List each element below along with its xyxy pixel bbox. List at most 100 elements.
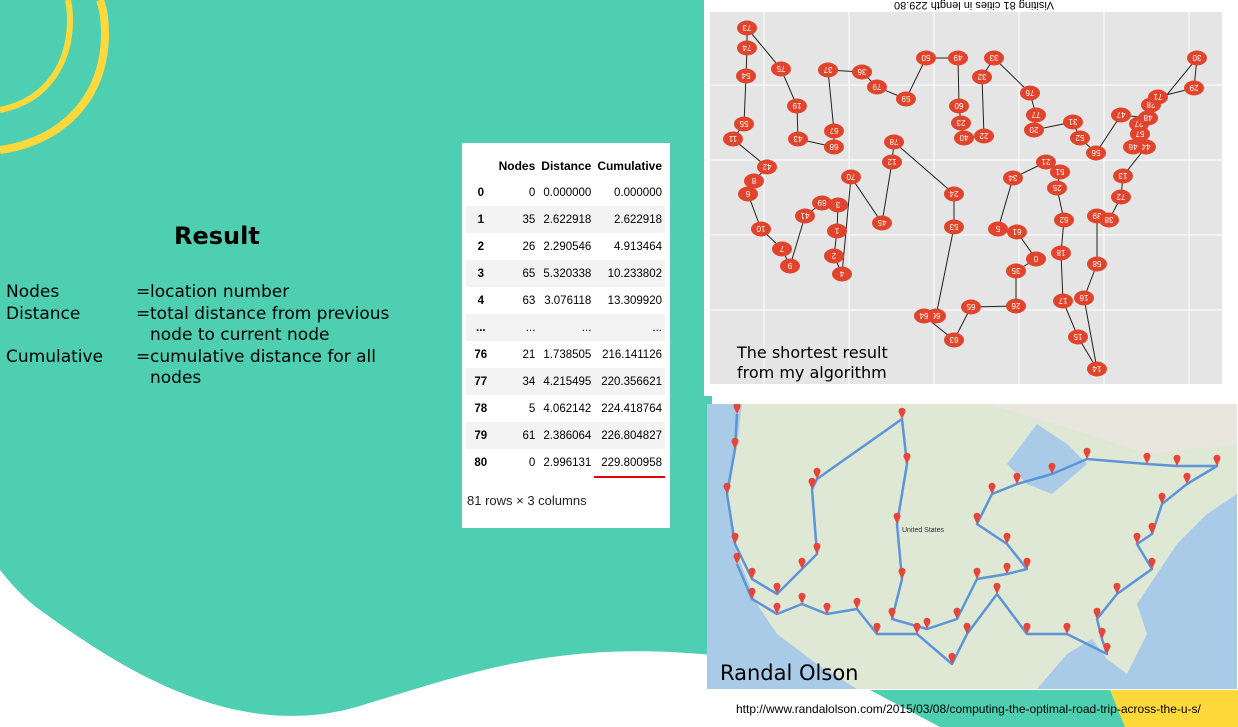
row-index: 4	[477, 294, 484, 307]
city-node: 50	[916, 50, 936, 66]
definition-term: Cumulative	[6, 346, 104, 367]
city-node: 78	[884, 134, 904, 150]
svg-text:19: 19	[792, 101, 801, 110]
equals-sign: =	[136, 282, 151, 302]
svg-text:32: 32	[977, 72, 986, 81]
svg-text:71: 71	[1153, 92, 1162, 101]
city-node: 31	[1063, 114, 1083, 130]
city-node: 22	[974, 128, 994, 144]
table-cell: ...	[495, 314, 539, 341]
svg-text:18: 18	[1056, 248, 1065, 257]
row-index: 1	[466, 206, 496, 233]
svg-text:56: 56	[1091, 148, 1100, 157]
city-node: 45	[872, 215, 892, 231]
svg-text:49: 49	[953, 53, 962, 62]
svg-text:16: 16	[1079, 293, 1088, 302]
table-cell: 5	[528, 402, 536, 415]
city-node: 23	[951, 115, 971, 131]
table-cell: 0	[528, 186, 536, 199]
svg-text:33: 33	[989, 53, 998, 62]
svg-text:14: 14	[1092, 364, 1101, 373]
city-node: 12	[882, 154, 902, 170]
table-row: 3 65 5.320338 10.233802	[466, 260, 665, 287]
city-node: 2	[824, 248, 844, 264]
city-node: 74	[737, 40, 757, 56]
row-index: 0	[477, 186, 484, 199]
svg-text:61: 61	[1012, 227, 1021, 236]
column-header	[466, 153, 496, 179]
table-body: 0 0 0.000000 0.000000 1 35 2.622918 2.622918 2 26…	[466, 179, 665, 478]
svg-text:23: 23	[956, 118, 965, 127]
source-link[interactable]: http://www.randalolson.com/2015/03/08/co…	[736, 702, 1201, 716]
svg-text:29: 29	[1189, 83, 1198, 92]
svg-text:13: 13	[1118, 171, 1127, 180]
city-node: 4	[832, 266, 852, 282]
city-node: 6	[738, 186, 758, 202]
city-node: 41	[795, 208, 815, 224]
svg-text:51: 51	[1055, 167, 1064, 176]
row-index: 76	[474, 348, 488, 361]
table-cell: 220.356621	[594, 368, 665, 395]
table-cell: 63	[522, 294, 536, 307]
svg-text:75: 75	[776, 64, 785, 73]
table-cell: 0	[528, 457, 536, 469]
table-cell: 34	[495, 368, 539, 395]
city-node: 30	[1187, 50, 1207, 66]
caption-line: The shortest result	[737, 343, 888, 362]
city-node: 64	[914, 308, 934, 324]
svg-text:54: 54	[741, 71, 750, 80]
svg-text:52: 52	[1075, 133, 1084, 142]
definitions-list: Nodes = location number Distance = total…	[6, 282, 420, 390]
city-node: 37	[818, 62, 838, 78]
results-table: Nodes Distance Cumulative 0 0 0.000000 0.00…	[466, 153, 665, 478]
table-row: 2 26 2.290546 4.913464	[466, 233, 665, 260]
plot-caption: The shortest result from my algorithm	[737, 343, 888, 383]
city-node: 25	[1047, 180, 1067, 196]
tour-plot-svg: Visiting 81 cities in length 229.80 73 74…	[710, 0, 1222, 384]
svg-text:70: 70	[846, 172, 855, 181]
table-cell: 10.233802	[594, 260, 665, 287]
city-node: 0	[1026, 251, 1046, 267]
svg-text:26: 26	[1011, 301, 1020, 310]
svg-text:74: 74	[742, 43, 751, 52]
svg-text:0: 0	[1033, 254, 1038, 263]
city-node: 3	[828, 197, 848, 213]
city-node: 67	[824, 123, 844, 139]
table-cell: ...	[594, 314, 665, 341]
us-road-trip-map: United States	[707, 404, 1237, 689]
results-dataframe: Nodes Distance Cumulative 0 0 0.000000 0.00…	[462, 143, 670, 528]
table-cell: 4.062142	[543, 402, 592, 415]
svg-text:34: 34	[1008, 173, 1017, 182]
city-node: 11	[723, 131, 743, 147]
city-node: 38	[1099, 212, 1119, 228]
table-row: 1 35 2.622918 2.622918	[466, 206, 665, 233]
city-node: 20	[1024, 122, 1044, 138]
table-row: 80 0 2.996131 229.800958	[466, 449, 665, 478]
svg-text:24: 24	[949, 189, 958, 198]
column-header: Cumulative	[597, 159, 662, 173]
svg-text:43: 43	[793, 134, 802, 143]
map-svg: United States	[707, 404, 1237, 689]
slide-title: Result	[174, 222, 260, 250]
plot-title: Visiting 81 cities in length 229.80	[894, 0, 1054, 11]
city-node: 24	[944, 186, 964, 202]
svg-text:2: 2	[831, 251, 836, 260]
svg-text:73: 73	[742, 23, 751, 32]
svg-text:48: 48	[1143, 113, 1152, 122]
city-node: 35	[1006, 263, 1026, 279]
column-header: Nodes	[498, 159, 536, 173]
city-node: 1	[827, 223, 847, 239]
svg-text:21: 21	[1041, 157, 1050, 166]
svg-text:63: 63	[949, 335, 958, 344]
svg-text:10: 10	[756, 224, 765, 233]
table-cell: 35	[495, 206, 539, 233]
svg-text:62: 62	[1059, 215, 1068, 224]
table-cell: 4.215495	[538, 368, 595, 395]
svg-text:41: 41	[800, 211, 809, 220]
svg-text:46: 46	[1128, 142, 1137, 151]
city-node: 65	[961, 299, 981, 315]
city-node: 55	[734, 116, 754, 132]
city-node: 53	[944, 219, 964, 235]
table-cell: 0.000000	[614, 186, 662, 199]
svg-text:53: 53	[949, 222, 958, 231]
